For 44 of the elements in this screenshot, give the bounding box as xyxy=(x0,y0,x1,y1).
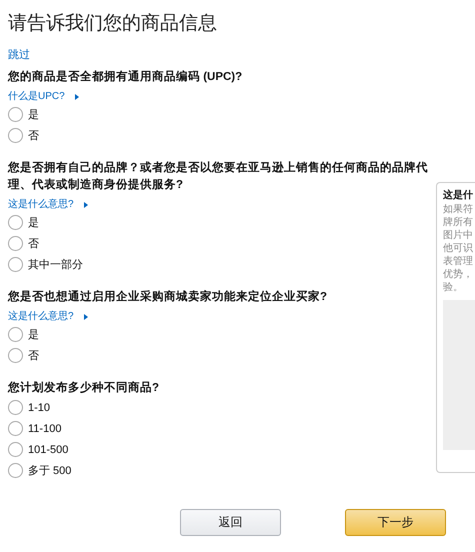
help-panel-text: 验。 xyxy=(443,281,463,294)
radio-option[interactable]: 是 xyxy=(8,324,39,345)
radio-button[interactable] xyxy=(8,348,23,363)
radio-button[interactable] xyxy=(8,463,23,478)
radio-button[interactable] xyxy=(8,442,23,457)
next-button[interactable]: 下一步 xyxy=(345,509,446,536)
radio-option[interactable]: 1-10 xyxy=(8,397,50,418)
radio-button[interactable] xyxy=(8,128,23,143)
help-panel-text: 表管理 xyxy=(443,255,473,268)
radio-button[interactable] xyxy=(8,215,23,230)
help-panel-title: 这是什 xyxy=(443,189,473,203)
radio-button[interactable] xyxy=(8,421,23,436)
radio-option[interactable]: 否 xyxy=(8,233,39,254)
radio-button[interactable] xyxy=(8,236,23,251)
caret-icon xyxy=(84,202,88,208)
help-panel-text: 牌所有 xyxy=(443,216,473,229)
page-title: 请告诉我们您的商品信息 xyxy=(8,12,218,36)
help-panel-text: 优势， xyxy=(443,268,473,281)
radio-option[interactable]: 11-100 xyxy=(8,418,62,439)
caret-icon xyxy=(84,314,88,320)
radio-button[interactable] xyxy=(8,400,23,415)
skip-link[interactable]: 跳过 xyxy=(8,48,30,62)
help-link[interactable]: 这是什么意思? xyxy=(8,309,88,324)
radio-option[interactable]: 否 xyxy=(8,345,39,366)
help-link[interactable]: 什么是UPC? xyxy=(8,89,79,104)
radio-option[interactable]: 其中一部分 xyxy=(8,254,83,275)
back-button[interactable]: 返回 xyxy=(180,509,281,536)
caret-icon xyxy=(74,94,79,100)
radio-button[interactable] xyxy=(8,257,23,272)
radio-option[interactable]: 多于 500 xyxy=(8,460,72,481)
question-text: 您计划发布多少种不同商品? xyxy=(8,380,160,396)
radio-option[interactable]: 否 xyxy=(8,125,39,146)
radio-option[interactable]: 是 xyxy=(8,212,39,233)
help-panel-text: 如果符 xyxy=(443,203,473,216)
help-panel-text: 图片中 xyxy=(443,229,473,242)
radio-button[interactable] xyxy=(8,327,23,342)
radio-button[interactable] xyxy=(8,107,23,122)
radio-option[interactable]: 是 xyxy=(8,104,39,125)
help-panel-text: 他可识 xyxy=(443,242,473,255)
help-link[interactable]: 这是什么意思? xyxy=(8,197,88,212)
radio-option[interactable]: 101-500 xyxy=(8,439,68,460)
question-text: 您是否也想通过启用企业采购商城卖家功能来定位企业买家? xyxy=(8,289,328,305)
question-text: 您是否拥有自己的品牌？或者您是否以您要在亚马逊上销售的任何商品的品牌代理、代表或制造商身份提供服务? xyxy=(8,160,429,193)
question-text: 您的商品是否全都拥有通用商品编码 (UPC)? xyxy=(8,69,242,85)
